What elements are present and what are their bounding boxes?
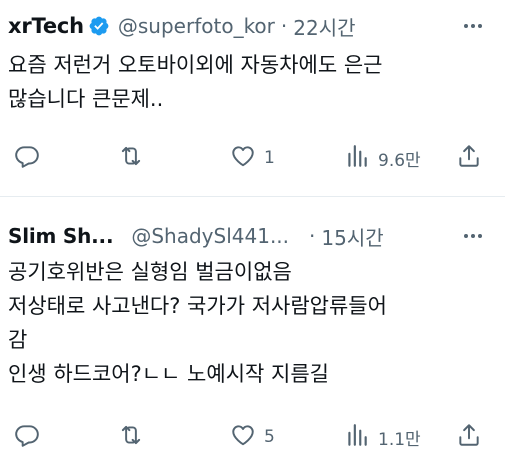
tweet-text-line: 많습니다 큰문제..	[8, 87, 164, 111]
retweet-icon	[118, 422, 144, 453]
display-name[interactable]: xrTech	[8, 14, 84, 38]
tweet[interactable]: Slim Sh... @ShadySl441... · 15시간 공기호위반은 …	[0, 197, 505, 454]
retweet-button[interactable]	[118, 422, 152, 452]
heart-icon	[230, 143, 256, 174]
timestamp[interactable]: 22시간	[293, 12, 355, 41]
tweet-text-line: 요즘 저런거 오토바이외에 자동차에도 은근	[8, 53, 383, 77]
retweet-icon	[118, 143, 144, 174]
like-button[interactable]: 5	[230, 422, 275, 452]
reply-button[interactable]	[14, 143, 48, 173]
separator-dot: ·	[309, 224, 316, 248]
tweet-text-line: 감	[8, 328, 28, 352]
like-button[interactable]: 1	[230, 143, 275, 173]
share-icon	[456, 143, 482, 174]
views-button[interactable]: 1.1만	[344, 422, 421, 452]
reply-icon	[14, 422, 40, 453]
tweet-text-line: 공기호위반은 실형임 벌금이없음	[8, 260, 292, 284]
reply-button[interactable]	[14, 422, 48, 452]
share-icon	[456, 422, 482, 453]
separator-dot: ·	[280, 14, 288, 38]
verified-badge-icon	[88, 15, 110, 37]
user-handle[interactable]: @superfoto_kor	[118, 14, 275, 38]
like-count: 1	[264, 148, 275, 168]
timestamp[interactable]: 15시간	[321, 222, 383, 251]
retweet-button[interactable]	[118, 143, 152, 173]
tweet-header: Slim Sh... @ShadySl441... · 15시간	[8, 220, 384, 252]
view-count: 1.1만	[378, 429, 421, 450]
more-options-icon[interactable]	[459, 222, 487, 250]
views-chart-icon	[344, 143, 370, 174]
reply-icon	[14, 143, 40, 174]
tweet-text: 공기호위반은 실형임 벌금이없음 저상태로 사고낸다? 국가가 저사람압류들어 …	[8, 255, 488, 391]
views-button[interactable]: 9.6만	[344, 143, 421, 173]
views-chart-icon	[344, 422, 370, 453]
more-options-icon[interactable]	[459, 12, 487, 40]
tweet[interactable]: xrTech @superfoto_kor · 22시간 요즘 저런거 오토바이…	[0, 0, 505, 197]
share-button[interactable]	[456, 422, 482, 452]
tweet-text-line: 저상태로 사고낸다? 국가가 저사람압류들어	[8, 294, 387, 318]
like-count: 5	[264, 427, 275, 447]
heart-icon	[230, 422, 256, 453]
action-bar: 1 9.6만	[0, 143, 505, 173]
tweet-text-line: 인생 하드코어?ㄴㄴ 노예시작 지름길	[8, 362, 329, 386]
action-bar: 5 1.1만	[0, 422, 505, 452]
user-handle[interactable]: @ShadySl441...	[131, 224, 289, 248]
display-name[interactable]: Slim Sh...	[8, 224, 114, 248]
tweet-header: xrTech @superfoto_kor · 22시간	[8, 10, 356, 42]
view-count: 9.6만	[378, 150, 421, 171]
tweet-text: 요즘 저런거 오토바이외에 자동차에도 은근 많습니다 큰문제..	[8, 48, 488, 116]
share-button[interactable]	[456, 143, 482, 173]
